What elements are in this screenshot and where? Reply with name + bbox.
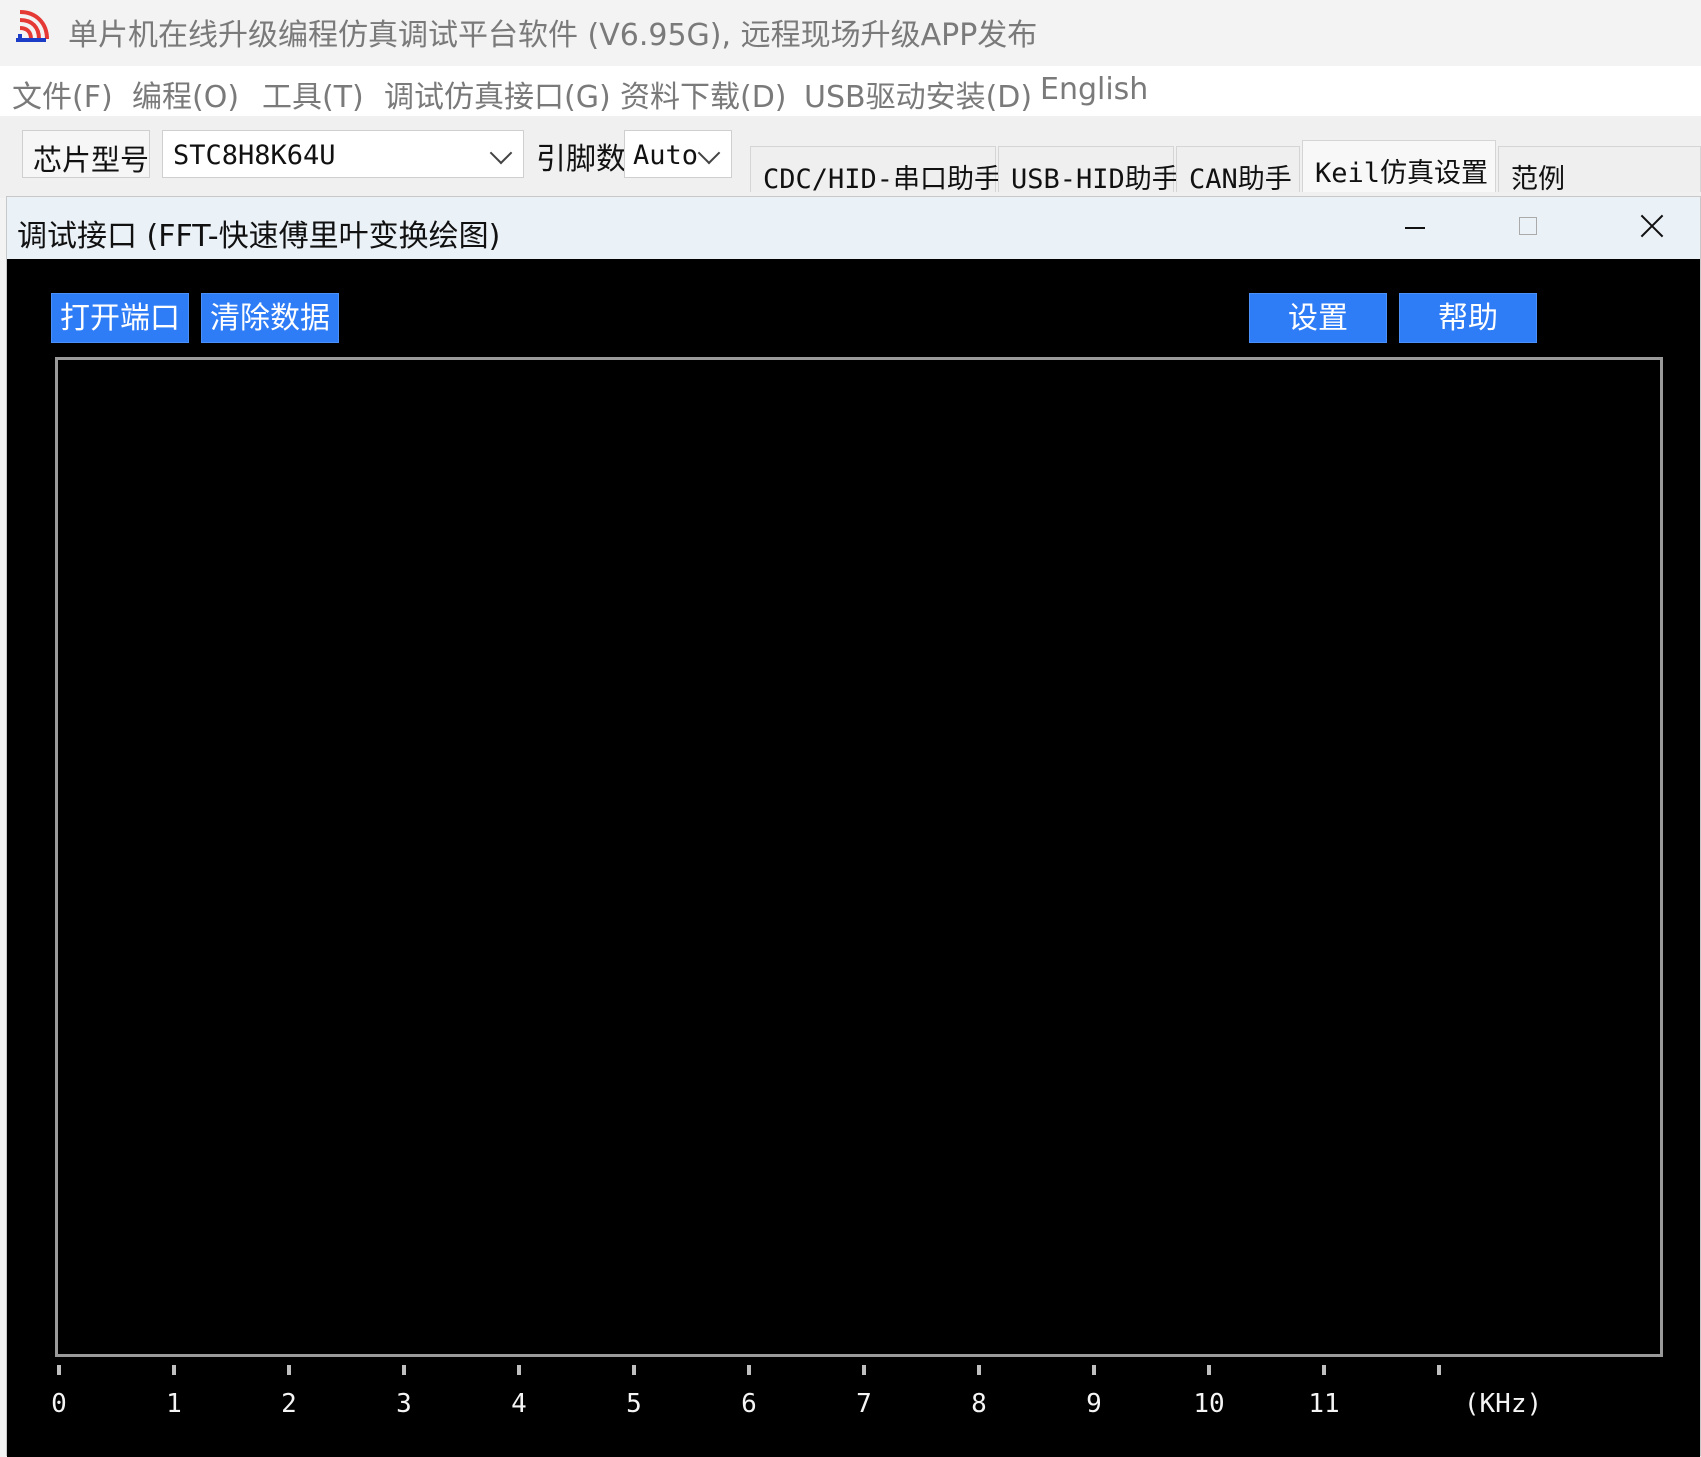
help-button[interactable]: 帮助	[1399, 293, 1537, 343]
menu-downloads[interactable]: 资料下载(D)	[620, 72, 787, 116]
x-axis-tick-label: 0	[51, 1389, 67, 1419]
app-title: 单片机在线升级编程仿真调试平台软件 (V6.95G), 远程现场升级APP发布	[68, 18, 1038, 53]
open-port-button[interactable]: 打开端口	[51, 293, 189, 343]
x-axis-tick	[517, 1365, 521, 1375]
x-axis-tick-label: 7	[856, 1389, 872, 1419]
menu-file[interactable]: 文件(F)	[12, 72, 113, 116]
menu-debug-interface[interactable]: 调试仿真接口(G)	[384, 72, 611, 116]
tab-examples[interactable]: 范例	[1498, 146, 1701, 192]
x-axis-tick-label: 3	[396, 1389, 412, 1419]
close-icon[interactable]	[1637, 211, 1667, 241]
pin-count-label: 引脚数	[536, 142, 626, 177]
x-axis-tick-label: 5	[626, 1389, 642, 1419]
debug-window-title: 调试接口 (FFT-快速傅里叶变换绘图)	[17, 219, 501, 254]
x-axis-tick-label: 11	[1308, 1389, 1340, 1419]
x-axis-tick	[402, 1365, 406, 1375]
pin-count-value: Auto	[633, 140, 699, 171]
x-axis-tick-label: 2	[281, 1389, 297, 1419]
tab-can[interactable]: CAN助手	[1176, 146, 1300, 195]
x-axis-tick	[287, 1365, 291, 1375]
x-axis-tick	[862, 1365, 866, 1375]
tab-cdc-hid-serial[interactable]: CDC/HID-串口助手	[750, 146, 1001, 195]
tab-usb-hid[interactable]: USB-HID助手	[998, 146, 1179, 195]
x-axis-tick	[1437, 1365, 1441, 1375]
menu-usb-driver[interactable]: USB驱动安装(D)	[804, 72, 1032, 116]
chip-model-value: STC8H8K64U	[173, 140, 336, 171]
x-axis-tick	[1092, 1365, 1096, 1375]
chip-model-label: 芯片型号	[33, 143, 150, 177]
x-axis-tick-label: 9	[1086, 1389, 1102, 1419]
x-axis-tick	[977, 1365, 981, 1375]
signal-brand-icon	[16, 10, 49, 42]
fft-chart-frame	[55, 357, 1663, 1357]
chevron-down-icon	[489, 141, 513, 165]
x-axis-tick-label: 8	[971, 1389, 987, 1419]
menu-english[interactable]: English	[1040, 72, 1148, 107]
x-axis-tick-label: 1	[166, 1389, 182, 1419]
pin-count-select[interactable]: Auto	[624, 130, 732, 178]
x-axis-tick-label: 10	[1193, 1389, 1225, 1419]
menu-program[interactable]: 编程(O)	[132, 72, 239, 116]
x-axis-unit-label: (KHz)	[1463, 1389, 1543, 1419]
x-axis-tick	[747, 1365, 751, 1375]
x-axis-tick-label: 6	[741, 1389, 757, 1419]
x-axis-tick	[1322, 1365, 1326, 1375]
x-axis-tick-label: 4	[511, 1389, 527, 1419]
chevron-down-icon	[697, 141, 721, 165]
window-titlebar: 单片机在线升级编程仿真调试平台软件 (V6.95G), 远程现场升级APP发布	[0, 0, 1701, 60]
debug-window-titlebar: 调试接口 (FFT-快速傅里叶变换绘图)	[7, 197, 1700, 259]
clear-data-button[interactable]: 清除数据	[201, 293, 339, 343]
x-axis-tick	[172, 1365, 176, 1375]
fft-debug-window: 调试接口 (FFT-快速傅里叶变换绘图) 打开端口 清除数据 设置 帮助 0 1 2…	[6, 196, 1701, 1457]
menu-bar: 文件(F) 编程(O) 工具(T) 调试仿真接口(G) 资料下载(D) USB驱…	[0, 66, 1701, 116]
chip-model-label-box: 芯片型号	[22, 130, 150, 178]
fft-plot-area: 打开端口 清除数据 设置 帮助 0 1 2 3 4 5 6 7 8 9 10 11 (KHz)	[7, 259, 1700, 1457]
settings-button[interactable]: 设置	[1249, 293, 1387, 343]
x-axis-tick	[1207, 1365, 1211, 1375]
maximize-icon[interactable]	[1519, 217, 1537, 235]
menu-tools[interactable]: 工具(T)	[262, 72, 364, 116]
tab-keil-settings[interactable]: Keil仿真设置	[1302, 140, 1496, 192]
minimize-icon[interactable]	[1405, 227, 1425, 229]
chip-model-select[interactable]: STC8H8K64U	[162, 130, 524, 178]
x-axis-tick	[57, 1365, 61, 1375]
x-axis-tick	[632, 1365, 636, 1375]
